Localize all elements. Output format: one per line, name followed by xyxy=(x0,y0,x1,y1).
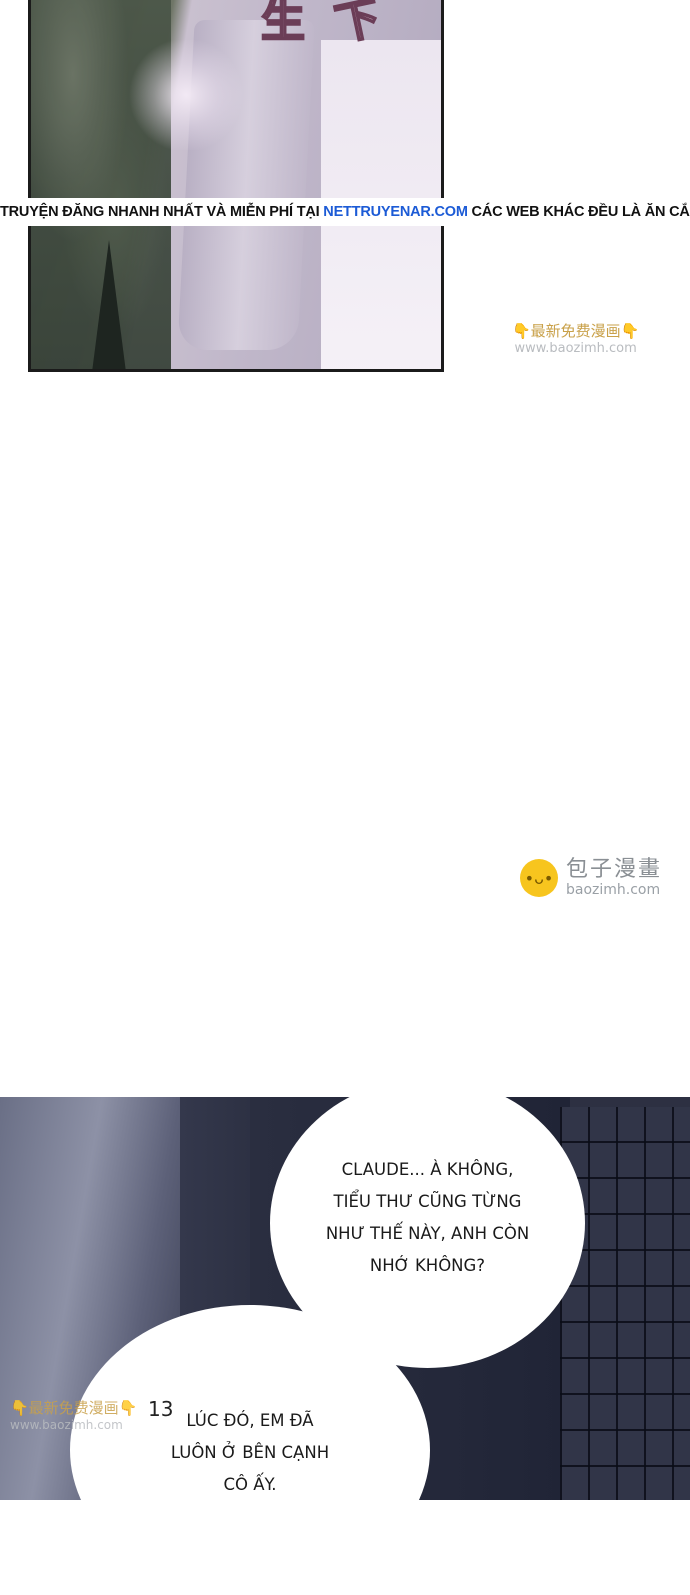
watermark-small-text: 👇最新免费漫画👇 xyxy=(10,1399,138,1417)
sfx-char-2: 下 xyxy=(330,0,386,52)
bubble1-line: NHỚ KHÔNG? xyxy=(369,1256,486,1275)
light-glow xyxy=(126,40,246,150)
bubble2-line: CÔ ẤY. xyxy=(223,1475,277,1494)
watermark-small-url: www.baozimh.com xyxy=(514,341,637,356)
watermark-small-url: www.baozimh.com xyxy=(10,1418,123,1432)
notice-text-before: TRUYỆN ĐĂNG NHANH NHẤT VÀ MIỄN PHÍ TẠI xyxy=(0,204,324,220)
bubble2-line: LUÔN Ở BÊN CẠNH xyxy=(170,1443,330,1462)
speech-bubble-2: LÚC ĐÓ, EM ĐÃ LUÔN Ở BÊN CẠNH CÔ ẤY. xyxy=(70,1305,430,1595)
watermark-small-top: 👇最新免费漫画👇 www.baozimh.com xyxy=(512,320,639,356)
bubble1-line: NHƯ THẾ NÀY, ANH CÒN xyxy=(325,1224,530,1243)
sfx-char-1: 生 xyxy=(260,0,306,47)
watermark-logo: •ᴗ• 包子漫畫 baozimh.com xyxy=(520,858,662,898)
site-notice-banner: TRUYỆN ĐĂNG NHANH NHẤT VÀ MIỄN PHÍ TẠI N… xyxy=(0,198,690,226)
watermark-logo-url: baozimh.com xyxy=(566,882,661,898)
watermark-small-text: 👇最新免费漫画👇 xyxy=(512,322,640,340)
page-mark: 13 xyxy=(148,1397,174,1421)
dark-leaf-shape xyxy=(91,240,127,369)
notice-site-link[interactable]: NETTRUYENAR.COM xyxy=(323,204,468,220)
watermark-logo-text: 包子漫畫 xyxy=(566,857,663,882)
bun-logo-icon: •ᴗ• xyxy=(520,859,558,897)
comic-panel-top: 生 下 xyxy=(28,0,444,372)
watermark-small-bottom: 👇最新免费漫画👇 www.baozimh.com xyxy=(10,1397,137,1432)
bubble1-line: CLAUDE... À KHÔNG, xyxy=(341,1160,514,1179)
bubble1-line: TIỂU THƯ CŨNG TỪNG xyxy=(333,1192,522,1211)
notice-text-after: CÁC WEB KHÁC ĐỀU LÀ ĂN CẮP xyxy=(467,204,690,220)
